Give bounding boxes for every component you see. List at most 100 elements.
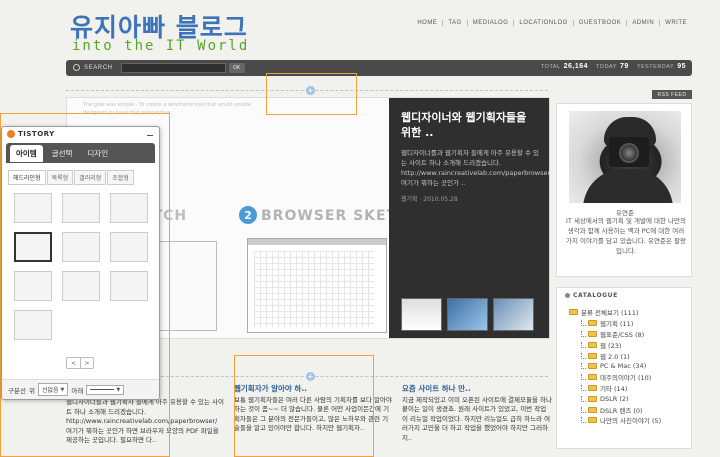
subtab-list[interactable]: 목록형 xyxy=(46,170,74,185)
article-preview-3[interactable]: 요즘 사이트 하나 만.. 지금 제작되었고 이미 오픈된 사이트에 결제모듈을… xyxy=(402,384,552,443)
layout-thumbnail[interactable] xyxy=(62,193,100,223)
layout-thumbnail-grid xyxy=(14,193,159,340)
folder-icon xyxy=(588,341,597,348)
category-item[interactable]: 나만의 사진이야기 (5) xyxy=(569,415,689,426)
nav-home[interactable]: HOME xyxy=(412,20,444,26)
subtab-gallery[interactable]: 갤러리형 xyxy=(74,170,107,185)
category-item[interactable]: DSLR 렌즈 (0) xyxy=(569,404,689,415)
search-label: SEARCH xyxy=(84,65,113,71)
nav-write[interactable]: WRITE xyxy=(660,20,692,26)
category-item[interactable]: 기타 (14) xyxy=(569,383,689,394)
category-item[interactable]: 웹 (23) xyxy=(569,339,689,350)
feature-description: 웹디자이너를과 웹기획자 들에게 아주 유용할 수 있는 사이트 하나 소개해 … xyxy=(401,149,550,187)
search-input[interactable] xyxy=(120,63,226,73)
article-body: 지금 제작되었고 이미 오픈된 사이트에 결제모듈을 하나 붙이는 일이 생겼죠… xyxy=(402,395,552,442)
step-badge: 2 xyxy=(239,206,257,224)
panel-brand: TISTORY xyxy=(18,130,55,138)
folder-icon xyxy=(588,352,597,359)
search-bar: SEARCH OK TOTAL 26,164 TODAY 79 YESTERDAY 9… xyxy=(66,60,692,76)
layout-type-tabs: 헤드라인형 목록형 갤러리형 조합형 xyxy=(8,170,153,185)
folder-icon xyxy=(588,320,597,327)
layout-thumbnail[interactable] xyxy=(110,232,148,262)
wireframe-browser xyxy=(247,238,387,333)
nav-medialog[interactable]: MEDIALOG xyxy=(468,20,515,26)
article-title[interactable]: 요즘 사이트 하나 만.. xyxy=(402,384,552,394)
feature-thumb[interactable] xyxy=(401,298,442,331)
rss-feed-button[interactable]: RSS FEED xyxy=(652,90,692,99)
category-item[interactable]: 웹표준/CSS (8) xyxy=(569,329,689,340)
feature-meta: 웹기획 · 2010.05.28 xyxy=(401,196,458,203)
layout-thumbnail[interactable] xyxy=(14,271,52,301)
divider-below-label: 아래 xyxy=(71,386,84,395)
nav-locationlog[interactable]: LOCATIONLOG xyxy=(514,20,574,26)
category-item[interactable]: PC & Mac (34) xyxy=(569,361,689,372)
tab-design[interactable]: 디자인 xyxy=(81,145,114,162)
tab-post-select[interactable]: 글선택 xyxy=(46,145,79,162)
layout-thumbnail[interactable] xyxy=(110,193,148,223)
category-item[interactable]: 데주의이야기 (10) xyxy=(569,372,689,383)
panel-tabs: 아이템 글선택 디자인 xyxy=(6,143,155,163)
stat-today: TODAY 79 xyxy=(596,63,629,70)
folder-icon xyxy=(588,406,597,413)
stat-yesterday: YESTERDAY 95 xyxy=(636,63,686,70)
top-nav: HOME TAG MEDIALOG LOCATIONLOG GUESTBOOK … xyxy=(412,20,692,26)
profile-photo xyxy=(569,111,681,203)
folder-icon xyxy=(588,363,597,370)
blog-subtitle: into the IT World xyxy=(72,38,250,54)
divider-below-select[interactable]: ▼ xyxy=(86,384,125,395)
category-list: 분류 전체보기 (111) 웹기획 (11) 웹표준/CSS (8) 웹 (23… xyxy=(569,307,689,426)
layout-thumbnail-selected[interactable] xyxy=(14,232,52,262)
divider-label: 구분선 xyxy=(8,386,26,395)
layout-thumbnail[interactable] xyxy=(62,232,100,262)
minimize-icon[interactable] xyxy=(147,130,153,136)
layout-thumbnail[interactable] xyxy=(14,193,52,223)
catalogue-widget: CATALOGUE 분류 전체보기 (111) 웹기획 (11) 웹표준/CSS… xyxy=(556,287,692,449)
search-ok-button[interactable]: OK xyxy=(228,63,245,73)
pager: < > xyxy=(66,357,94,369)
panel-header[interactable]: TISTORY xyxy=(2,127,159,141)
bullet-icon xyxy=(565,293,570,298)
subtab-headline[interactable]: 헤드라인형 xyxy=(8,170,46,185)
prev-page-button[interactable]: < xyxy=(67,358,80,368)
drop-zone-highlight-bottom xyxy=(234,355,374,457)
feature-thumb[interactable] xyxy=(447,298,488,331)
profile-description: IT 세상에서의 웹기획 및 개발에 대한 나만의 생각과 함께 사용하는 맥과… xyxy=(565,217,687,255)
folder-icon xyxy=(588,374,597,381)
divider-settings: 구분선 위 선없음 ▼ 아래 ▼ xyxy=(2,379,159,399)
category-item[interactable]: 웹기획 (11) xyxy=(569,318,689,329)
folder-icon xyxy=(569,309,578,316)
feature-caption: 웹디자이너와 웹기획자들을 위한 .. 웹디자이너를과 웹기획자 들에게 아주 … xyxy=(389,98,550,338)
folder-icon xyxy=(588,395,597,402)
chevron-down-icon: ▼ xyxy=(116,386,121,393)
category-item[interactable]: 분류 전체보기 (111) xyxy=(569,307,689,318)
category-item[interactable]: 웹 2.0 (1) xyxy=(569,350,689,361)
nav-tag[interactable]: TAG xyxy=(443,20,468,26)
blog-page: 유지아빠 블로그 into the IT World HOME TAG MEDI… xyxy=(0,0,720,457)
folder-icon xyxy=(588,330,597,337)
layout-thumbnail[interactable] xyxy=(14,310,52,340)
feature-thumbnails xyxy=(401,298,534,331)
tab-item[interactable]: 아이템 xyxy=(10,144,43,162)
subtab-combo[interactable]: 조합형 xyxy=(107,170,134,185)
profile-widget: 유연준 IT 세상에서의 웹기획 및 개발에 대한 나만의 생각과 함께 사용하… xyxy=(556,103,692,277)
search-icon xyxy=(73,64,80,71)
tistory-design-panel[interactable]: TISTORY 아이템 글선택 디자인 헤드라인형 목록형 갤러리형 조합형 <… xyxy=(1,126,160,400)
layout-thumbnail[interactable] xyxy=(62,271,100,301)
catalogue-heading: CATALOGUE xyxy=(565,292,618,299)
nav-admin[interactable]: ADMIN xyxy=(627,20,661,26)
feature-thumb[interactable] xyxy=(493,298,534,331)
divider-above-select[interactable]: 선없음 ▼ xyxy=(37,383,69,396)
feature-title[interactable]: 웹디자이너와 웹기획자들을 위한 .. xyxy=(401,110,539,140)
category-item[interactable]: DSLR (2) xyxy=(569,393,689,404)
visitor-stats: TOTAL 26,164 TODAY 79 YESTERDAY 95 xyxy=(541,63,686,70)
line-style-preview xyxy=(90,389,115,390)
folder-icon xyxy=(588,384,597,391)
divider-above-label: 위 xyxy=(28,386,35,395)
chevron-down-icon: ▼ xyxy=(60,386,65,393)
folder-icon xyxy=(588,417,597,424)
nav-guestbook[interactable]: GUESTBOOK xyxy=(574,20,628,26)
layout-thumbnail[interactable] xyxy=(110,271,148,301)
next-page-button[interactable]: > xyxy=(80,358,93,368)
drop-zone-highlight-top xyxy=(266,73,357,115)
stat-total: TOTAL 26,164 xyxy=(540,63,589,70)
